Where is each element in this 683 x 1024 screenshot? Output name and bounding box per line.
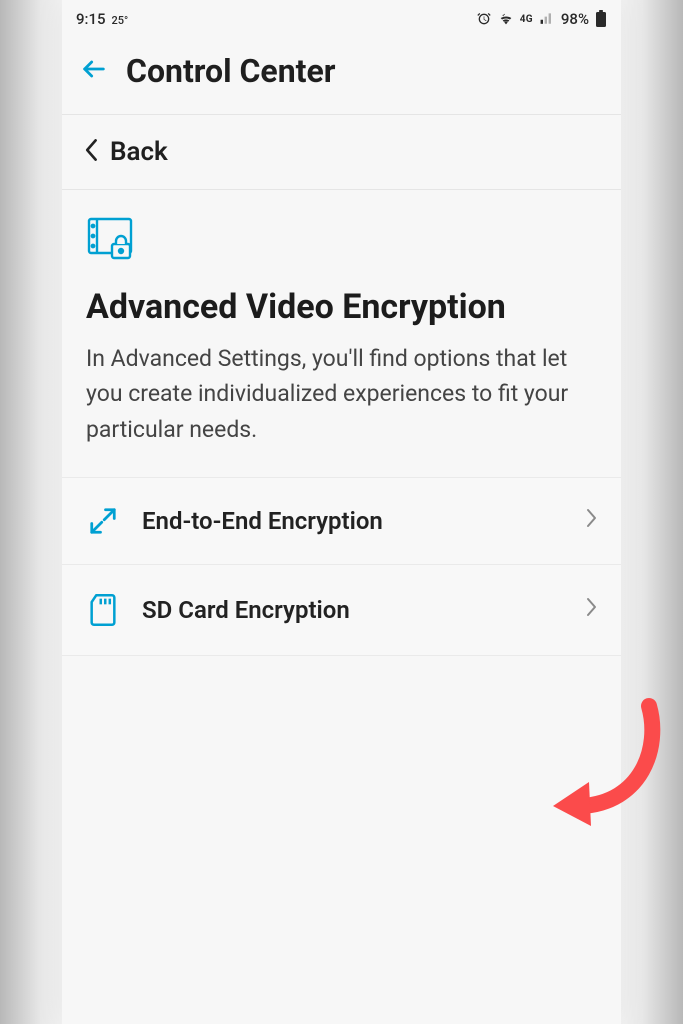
video-lock-icon bbox=[86, 216, 597, 266]
signal-icon bbox=[539, 12, 555, 26]
nav-back-label: Back bbox=[110, 137, 168, 167]
sd-card-icon bbox=[86, 593, 120, 627]
divider bbox=[62, 655, 621, 656]
phone-frame: 9:15 25° 4G 98% Control Center bbox=[62, 0, 621, 1024]
battery-percent: 98% bbox=[561, 10, 589, 28]
nav-back-row[interactable]: Back bbox=[62, 115, 621, 189]
expand-arrows-icon bbox=[86, 506, 120, 536]
network-type: 4G bbox=[520, 14, 533, 25]
status-bar: 9:15 25° 4G 98% bbox=[62, 0, 621, 34]
header-title: Control Center bbox=[126, 52, 335, 90]
alarm-icon bbox=[476, 11, 492, 27]
back-arrow-icon[interactable] bbox=[80, 55, 108, 87]
status-temperature: 25° bbox=[112, 14, 129, 27]
chevron-right-icon bbox=[585, 508, 597, 534]
chevron-right-icon bbox=[585, 597, 597, 623]
hero-title: Advanced Video Encryption bbox=[86, 286, 597, 329]
app-header: Control Center bbox=[62, 34, 621, 114]
option-label: End-to-End Encryption bbox=[142, 507, 563, 535]
option-sd-card-encryption[interactable]: SD Card Encryption bbox=[62, 565, 621, 655]
hero-description: In Advanced Settings, you'll find option… bbox=[86, 341, 597, 448]
chevron-left-icon bbox=[84, 138, 100, 167]
option-label: SD Card Encryption bbox=[142, 596, 563, 624]
option-end-to-end-encryption[interactable]: End-to-End Encryption bbox=[62, 478, 621, 564]
section-hero: Advanced Video Encryption In Advanced Se… bbox=[62, 190, 621, 477]
battery-icon bbox=[595, 10, 607, 28]
wifi-icon bbox=[498, 12, 514, 26]
status-time: 9:15 bbox=[76, 10, 106, 28]
